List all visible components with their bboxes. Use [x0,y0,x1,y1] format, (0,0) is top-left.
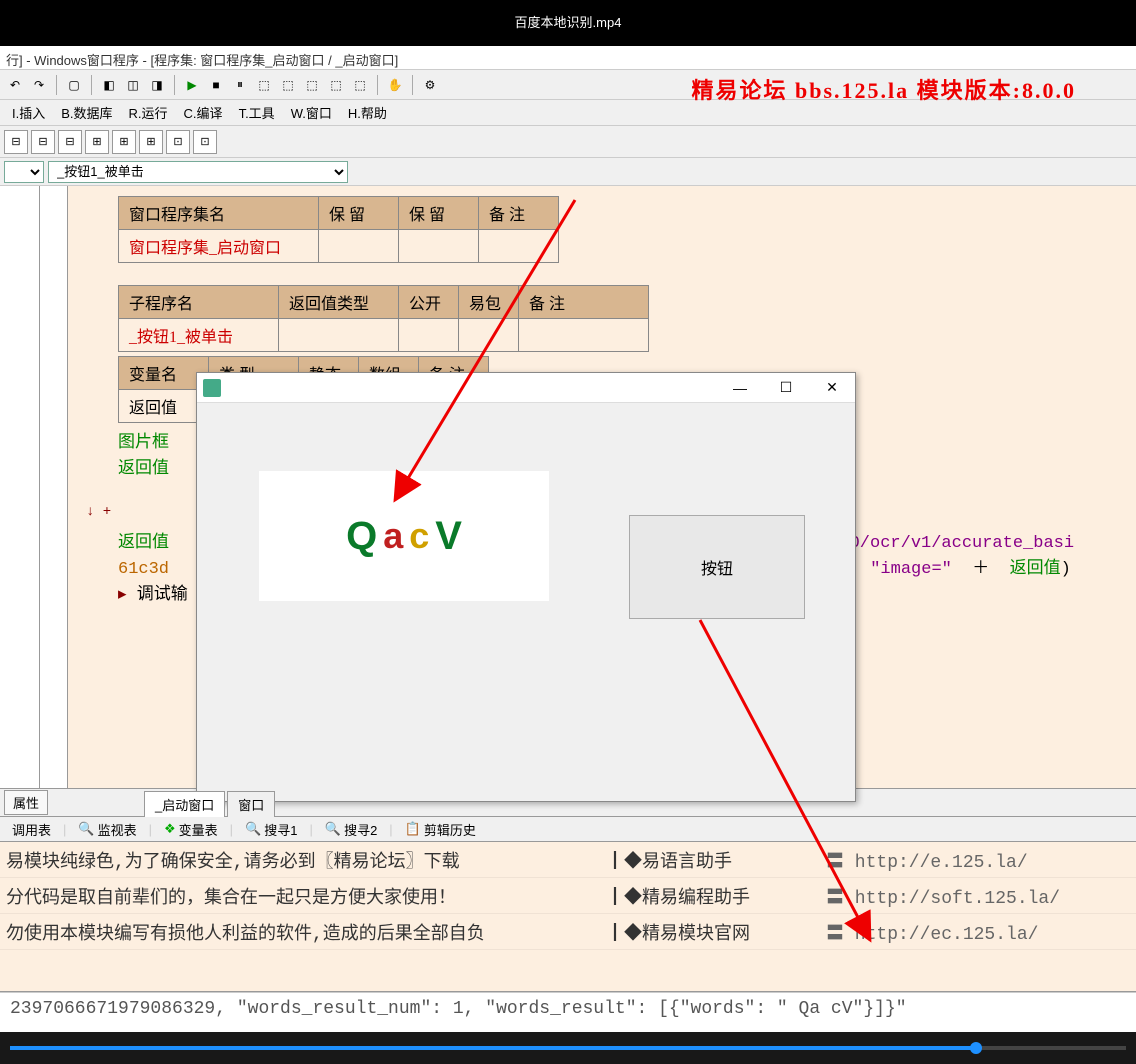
proc-dropdown[interactable]: _按钮1_被单击 [48,161,348,183]
maximize-button[interactable]: ☐ [763,373,809,403]
timeline-thumb[interactable] [970,1042,982,1054]
layout-icon[interactable]: ▢ [63,74,85,96]
align2-icon[interactable]: ⊟ [31,130,55,154]
step3-icon[interactable]: ⬚ [301,74,323,96]
menu-tools[interactable]: T.工具 [231,100,283,125]
step1-icon[interactable]: ⬚ [253,74,275,96]
video-timeline[interactable] [0,1032,1136,1064]
td-var-name[interactable]: 返回值 [119,390,209,423]
pause-icon[interactable]: ⏸ [229,74,251,96]
align7-icon[interactable]: ⊡ [166,130,190,154]
align5-icon[interactable]: ⊞ [112,130,136,154]
tab-startup-window[interactable]: _启动窗口 [144,791,225,817]
stop-icon[interactable]: ■ [205,74,227,96]
menu-window[interactable]: W.窗口 [283,100,340,125]
app-window: — ☐ ✕ Q a c V 按钮 [196,372,856,802]
banner-text: 精易论坛 bbs.125.la 模块版本:8.0.0 [692,73,1076,105]
table-programset: 窗口程序集名 保 留 保 留 备 注 窗口程序集_启动窗口 [118,196,559,263]
panel2-icon[interactable]: ◫ [122,74,144,96]
app-icon [203,379,221,397]
tab-calltable[interactable]: 调用表 [4,817,59,842]
video-title: 百度本地识别.mp4 [0,0,1136,46]
menu-help[interactable]: H.帮助 [340,100,395,125]
output-row: 分代码是取自前辈们的，集合在一起只是方便大家使用！ ┃◆精易编程助手 〓 htt… [0,878,1136,914]
align3-icon[interactable]: ⊟ [58,130,82,154]
scope-dropdown[interactable] [4,161,44,183]
undo-icon[interactable]: ↶ [4,74,26,96]
menu-database[interactable]: B.数据库 [53,100,120,125]
minimize-button[interactable]: — [717,373,763,403]
tab-search1[interactable]: 🔍搜寻1 [237,817,305,842]
align4-icon[interactable]: ⊞ [85,130,109,154]
menu-compile[interactable]: C.编译 [176,100,231,125]
menu-insert[interactable]: I.插入 [4,100,53,125]
step5-icon[interactable]: ⬚ [349,74,371,96]
tab-clip[interactable]: 📋剪辑历史 [397,817,484,842]
captcha-image: Q a c V [259,471,549,601]
td-subroutine-value[interactable]: _按钮1_被单击 [119,319,279,352]
output-row: 易模块纯绿色,为了确保安全,请务必到〖精易论坛〗下载 ┃◆易语言助手 〓 htt… [0,842,1136,878]
result-line[interactable]: 2397066671979086329, "words_result_num":… [0,992,1136,1032]
step2-icon[interactable]: ⬚ [277,74,299,96]
th-programset-name: 窗口程序集名 [119,197,319,230]
output-tabs: 调用表 | 🔍监视表 | ❖变量表 | 🔍搜寻1 | 🔍搜寻2 | 📋剪辑历史 [0,816,1136,842]
properties-tab[interactable]: 属性 [4,790,48,815]
output-row: 勿使用本模块编写有损他人利益的软件,造成的后果全部自负 ┃◆精易模块官网 〓 h… [0,914,1136,950]
gutter-markers: ↓ + [86,504,111,520]
play-icon[interactable]: ▶ [181,74,203,96]
tab-watch[interactable]: 🔍监视表 [70,817,144,842]
window-title: 行] - Windows窗口程序 - [程序集: 窗口程序集_启动窗口 / _启… [0,46,1136,70]
align1-icon[interactable]: ⊟ [4,130,28,154]
table-subroutine: 子程序名 返回值类型 公开 易包 备 注 _按钮1_被单击 [118,285,649,352]
toolbar-layout: ⊟ ⊟ ⊟ ⊞ ⊞ ⊞ ⊡ ⊡ [0,126,1136,158]
ocr-button[interactable]: 按钮 [629,515,805,619]
tab-window[interactable]: 窗口 [227,791,275,817]
redo-icon[interactable]: ↷ [28,74,50,96]
tab-vars[interactable]: ❖变量表 [156,817,226,842]
menu-run[interactable]: R.运行 [121,100,176,125]
td-programset-value[interactable]: 窗口程序集_启动窗口 [119,230,319,263]
app-titlebar[interactable]: — ☐ ✕ [197,373,855,403]
left-panel [0,186,68,788]
hand-icon[interactable]: ✋ [384,74,406,96]
panel1-icon[interactable]: ◧ [98,74,120,96]
tab-search2[interactable]: 🔍搜寻2 [317,817,385,842]
dropdown-row: _按钮1_被单击 [0,158,1136,186]
align6-icon[interactable]: ⊞ [139,130,163,154]
option-icon[interactable]: ⚙ [419,74,441,96]
panel3-icon[interactable]: ◨ [146,74,168,96]
output-content[interactable]: 易模块纯绿色,为了确保安全,请务必到〖精易论坛〗下载 ┃◆易语言助手 〓 htt… [0,842,1136,992]
close-button[interactable]: ✕ [809,373,855,403]
align8-icon[interactable]: ⊡ [193,130,217,154]
step4-icon[interactable]: ⬚ [325,74,347,96]
